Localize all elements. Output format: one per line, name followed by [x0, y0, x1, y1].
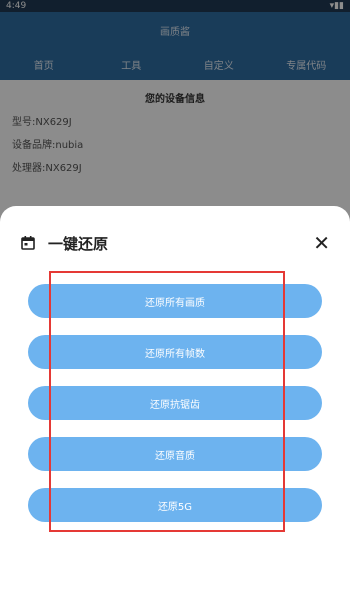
restore-button-list: 还原所有画质 还原所有帧数 还原抗锯齿 还原音质 还原5G: [28, 284, 322, 539]
restore-antialiasing-button[interactable]: 还原抗锯齿: [28, 386, 322, 420]
close-icon[interactable]: ✕: [313, 233, 330, 253]
bottom-sheet: 一键还原 ✕ 还原所有画质 还原所有帧数 还原抗锯齿 还原音质 还原5G: [0, 206, 350, 600]
restore-all-framerate-button[interactable]: 还原所有帧数: [28, 335, 322, 369]
sheet-header: 一键还原 ✕: [20, 228, 330, 258]
restore-sound-button[interactable]: 还原音质: [28, 437, 322, 471]
sheet-title: 一键还原: [48, 234, 109, 253]
calendar-icon: [20, 235, 36, 251]
restore-5g-button[interactable]: 还原5G: [28, 488, 322, 522]
restore-all-graphics-button[interactable]: 还原所有画质: [28, 284, 322, 318]
